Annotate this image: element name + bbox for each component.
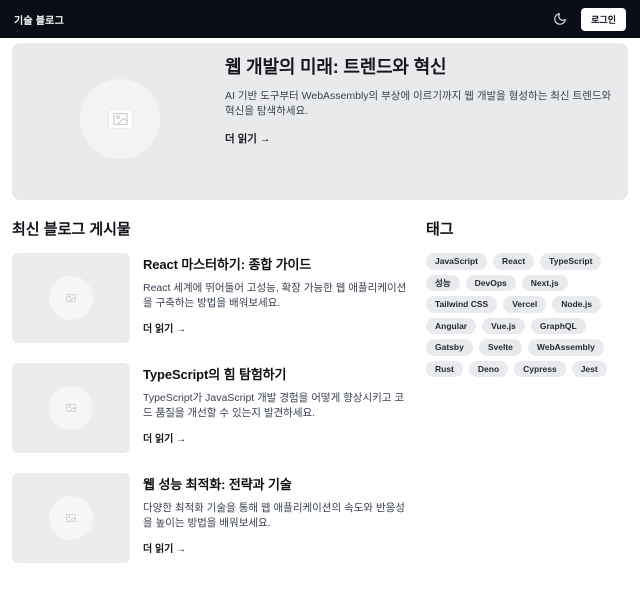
- post-description: 다양한 최적화 기술을 통해 웹 애플리케이션의 속도와 반응성을 높이는 방법…: [143, 502, 405, 529]
- tag-pill[interactable]: Gatsby: [426, 339, 473, 356]
- post-title[interactable]: React 마스터하기: 종합 가이드: [143, 254, 411, 273]
- theme-toggle-button[interactable]: [551, 10, 569, 28]
- hero-content: 웹 개발의 미래: 트렌드와 혁신 AI 기반 도구부터 WebAssembly…: [225, 53, 615, 147]
- hero-title: 웹 개발의 미래: 트렌드와 혁신: [225, 57, 447, 77]
- tag-pill[interactable]: Tailwind CSS: [426, 296, 498, 313]
- tag-pill[interactable]: Next.js: [521, 274, 568, 291]
- tag-pill[interactable]: Cypress: [514, 360, 566, 377]
- moon-icon: [553, 12, 567, 26]
- tag-pill[interactable]: Deno: [468, 360, 509, 377]
- navbar-actions: 로그인: [551, 7, 626, 31]
- main-content: 웹 개발의 미래: 트렌드와 혁신 AI 기반 도구부터 WebAssembly…: [0, 38, 640, 583]
- tag-pill[interactable]: DevOps: [465, 274, 516, 291]
- post-title[interactable]: TypeScript의 힘 탐험하기: [143, 364, 411, 383]
- tag-pill[interactable]: Jest: [571, 360, 607, 377]
- post-body: TypeScript의 힘 탐험하기 TypeScript가 JavaScrip…: [143, 363, 411, 453]
- image-placeholder-icon: [49, 496, 93, 540]
- post-read-more-link[interactable]: 더 읽기 →: [143, 324, 186, 335]
- post-card: React 마스터하기: 종합 가이드 React 세계에 뛰어들어 고성능, …: [12, 253, 412, 343]
- content-columns: 최신 블로그 게시물 React 마스터하기: 종합 가이드 React 세계에…: [12, 218, 628, 583]
- post-read-more-link[interactable]: 더 읽기 →: [143, 544, 186, 555]
- tag-pill[interactable]: Svelte: [478, 339, 522, 356]
- post-title[interactable]: 웹 성능 최적화: 전략과 기술: [143, 474, 411, 493]
- post-card: 웹 성능 최적화: 전략과 기술 다양한 최적화 기술을 통해 웹 애플리케이션…: [12, 473, 412, 563]
- post-description: React 세계에 뛰어들어 고성능, 확장 가능한 웹 애플리케이션을 구축하…: [143, 282, 407, 309]
- tag-pill[interactable]: WebAssembly: [527, 339, 604, 356]
- tag-pill[interactable]: Node.js: [552, 296, 601, 313]
- tag-pill[interactable]: GraphQL: [530, 317, 586, 334]
- tag-list: JavaScript React TypeScript 성능 DevOps Next.js…: [426, 253, 628, 377]
- hero-image-placeholder: [80, 79, 160, 159]
- tag-pill[interactable]: Angular: [426, 317, 477, 334]
- latest-posts-heading: 최신 블로그 게시물: [12, 221, 131, 238]
- post-thumbnail[interactable]: [12, 363, 130, 453]
- image-placeholder-icon: [108, 110, 132, 128]
- post-thumbnail[interactable]: [12, 473, 130, 563]
- navbar: 기술 블로그 로그인: [0, 0, 640, 38]
- post-body: React 마스터하기: 종합 가이드 React 세계에 뛰어들어 고성능, …: [143, 253, 411, 343]
- post-card: TypeScript의 힘 탐험하기 TypeScript가 JavaScrip…: [12, 363, 412, 453]
- site-title[interactable]: 기술 블로그: [14, 12, 64, 27]
- tag-pill[interactable]: TypeScript: [540, 253, 602, 270]
- hero-section: 웹 개발의 미래: 트렌드와 혁신 AI 기반 도구부터 WebAssembly…: [12, 43, 628, 200]
- post-description: TypeScript가 JavaScript 개발 경험을 어떻게 향상시키고 …: [143, 392, 405, 419]
- image-placeholder-icon: [49, 386, 93, 430]
- tag-pill[interactable]: 성능: [426, 274, 460, 291]
- login-button[interactable]: 로그인: [581, 7, 626, 31]
- hero-description: AI 기반 도구부터 WebAssembly의 부상에 이르기까지 웹 개발을 …: [225, 90, 612, 118]
- image-placeholder-icon: [49, 276, 93, 320]
- tag-pill[interactable]: React: [493, 253, 535, 270]
- tag-pill[interactable]: Vercel: [503, 296, 547, 313]
- tag-pill[interactable]: Vue.js: [482, 317, 525, 334]
- post-thumbnail[interactable]: [12, 253, 130, 343]
- hero-read-more-link[interactable]: 더 읽기 →: [225, 131, 270, 146]
- tags-heading: 태그: [426, 221, 454, 238]
- tag-pill[interactable]: Rust: [426, 360, 463, 377]
- tags-section: 태그 JavaScript React TypeScript 성능 DevOps Next…: [426, 218, 628, 583]
- tag-pill[interactable]: JavaScript: [426, 253, 487, 270]
- post-body: 웹 성능 최적화: 전략과 기술 다양한 최적화 기술을 통해 웹 애플리케이션…: [143, 473, 411, 563]
- post-read-more-link[interactable]: 더 읽기 →: [143, 434, 186, 445]
- latest-posts-section: 최신 블로그 게시물 React 마스터하기: 종합 가이드 React 세계에…: [12, 218, 412, 583]
